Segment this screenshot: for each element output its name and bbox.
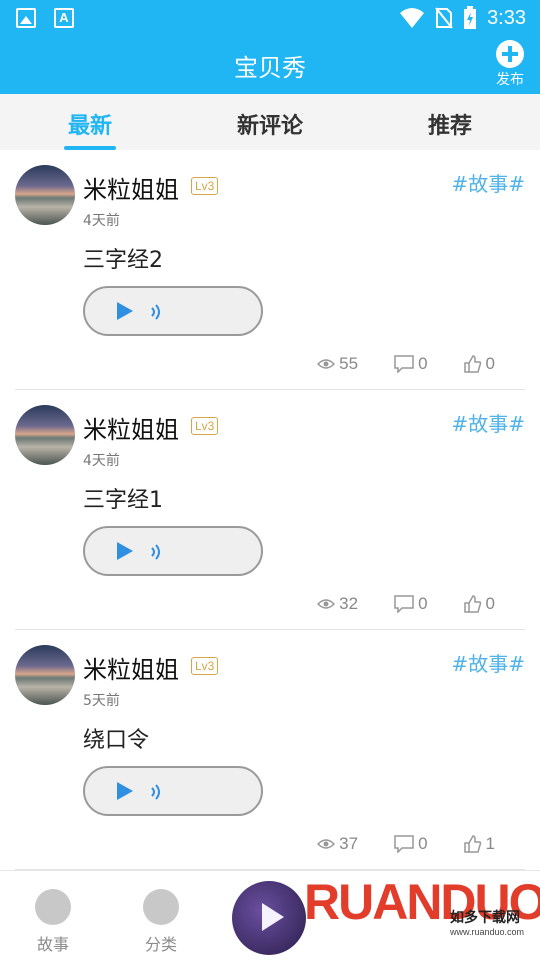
post-card[interactable]: 米粒姐姐 Lv3 #故事# 4天前 三字经1 32 0 0 xyxy=(15,390,525,630)
comments-count: 0 xyxy=(418,834,428,853)
likes-count: 0 xyxy=(485,594,495,613)
views-count: 37 xyxy=(339,834,359,853)
app-bar: 宝贝秀 发布 xyxy=(0,36,540,94)
publish-button[interactable]: 发布 xyxy=(490,40,530,89)
comments-stat[interactable]: 0 xyxy=(394,834,428,854)
topic-tag[interactable]: #故事# xyxy=(451,168,525,197)
planet-star-icon xyxy=(35,889,71,925)
post-card[interactable]: 米粒姐姐 Lv3 #故事# 5天前 绕口令 37 0 1 xyxy=(15,630,525,870)
grid-icon xyxy=(143,889,179,925)
image-notification-icon xyxy=(16,8,36,28)
status-time: 3:33 xyxy=(487,6,526,29)
views-stat: 55 xyxy=(317,354,358,374)
post-stats: 55 0 0 xyxy=(317,354,495,374)
comment-icon xyxy=(394,835,414,853)
eye-icon xyxy=(317,839,336,849)
level-badge: Lv3 xyxy=(191,177,219,195)
center-play-button[interactable] xyxy=(232,881,306,955)
plus-circle-icon xyxy=(496,40,524,68)
play-icon[interactable] xyxy=(117,302,133,320)
views-stat: 32 xyxy=(317,594,358,614)
comments-stat[interactable]: 0 xyxy=(394,354,428,374)
topic-tag[interactable]: #故事# xyxy=(451,408,525,437)
post-time: 5天前 xyxy=(83,693,120,709)
nav-stories-label: 故事 xyxy=(36,935,69,954)
likes-stat[interactable]: 0 xyxy=(463,354,495,374)
sound-wave-icon xyxy=(151,304,160,320)
eye-icon xyxy=(317,599,336,609)
nav-categories-label: 分类 xyxy=(144,935,177,954)
watermark-name: 如多下载网 xyxy=(450,910,520,926)
page-title: 宝贝秀 xyxy=(234,54,306,82)
user-name[interactable]: 米粒姐姐 xyxy=(83,410,179,445)
post-feed: 米粒姐姐 Lv3 #故事# 4天前 三字经2 55 0 0 米粒姐姐 Lv3 #… xyxy=(0,150,540,870)
views-count: 32 xyxy=(339,594,359,613)
sound-wave-icon xyxy=(151,784,160,800)
status-bar: A 3:33 xyxy=(0,0,540,36)
user-name[interactable]: 米粒姐姐 xyxy=(83,170,179,205)
no-sim-icon xyxy=(435,7,453,29)
thumbs-up-icon xyxy=(463,835,481,853)
post-stats: 32 0 0 xyxy=(317,594,495,614)
post-title: 绕口令 xyxy=(83,728,150,753)
views-stat: 37 xyxy=(317,834,358,854)
post-title: 三字经1 xyxy=(83,488,163,513)
level-badge: Lv3 xyxy=(191,657,219,675)
avatar[interactable] xyxy=(15,645,75,705)
topic-tag[interactable]: #故事# xyxy=(451,648,525,677)
play-icon[interactable] xyxy=(117,782,133,800)
thumbs-up-icon xyxy=(463,355,481,373)
tab-recommended[interactable]: 推荐 xyxy=(390,108,510,140)
tab-bar: 最新 新评论 推荐 xyxy=(0,94,540,150)
likes-stat[interactable]: 0 xyxy=(463,594,495,614)
audio-player[interactable] xyxy=(83,766,263,816)
post-stats: 37 0 1 xyxy=(317,834,495,854)
audio-player[interactable] xyxy=(83,286,263,336)
avatar[interactable] xyxy=(15,405,75,465)
comment-icon xyxy=(394,355,414,373)
likes-count: 0 xyxy=(485,354,495,373)
avatar[interactable] xyxy=(15,165,75,225)
play-icon xyxy=(262,903,284,931)
comments-stat[interactable]: 0 xyxy=(394,594,428,614)
battery-charging-icon xyxy=(464,6,477,29)
watermark-logo: RUANDUO 如多下载网 www.ruanduo.com xyxy=(300,871,540,960)
nav-stories[interactable]: 故事 xyxy=(18,889,88,955)
tab-latest[interactable]: 最新 xyxy=(30,108,150,140)
font-notification-icon: A xyxy=(54,8,74,28)
eye-icon xyxy=(317,359,336,369)
likes-stat[interactable]: 1 xyxy=(463,834,495,854)
tab-new-comments[interactable]: 新评论 xyxy=(210,108,330,140)
sound-wave-icon xyxy=(151,544,160,560)
nav-categories[interactable]: 分类 xyxy=(126,889,196,955)
likes-count: 1 xyxy=(485,834,495,853)
watermark-url: www.ruanduo.com xyxy=(450,927,525,937)
comment-icon xyxy=(394,595,414,613)
level-badge: Lv3 xyxy=(191,417,219,435)
wifi-icon xyxy=(400,8,425,28)
thumbs-up-icon xyxy=(463,595,481,613)
user-name[interactable]: 米粒姐姐 xyxy=(83,650,179,685)
post-card[interactable]: 米粒姐姐 Lv3 #故事# 4天前 三字经2 55 0 0 xyxy=(15,150,525,390)
comments-count: 0 xyxy=(418,354,428,373)
post-title: 三字经2 xyxy=(83,248,163,273)
post-time: 4天前 xyxy=(83,213,120,229)
comments-count: 0 xyxy=(418,594,428,613)
views-count: 55 xyxy=(339,354,359,373)
bottom-nav: 故事 分类 RUANDUO 如多下载网 www.ruanduo.com xyxy=(0,870,540,960)
post-time: 4天前 xyxy=(83,453,120,469)
play-icon[interactable] xyxy=(117,542,133,560)
publish-label: 发布 xyxy=(496,72,524,88)
audio-player[interactable] xyxy=(83,526,263,576)
